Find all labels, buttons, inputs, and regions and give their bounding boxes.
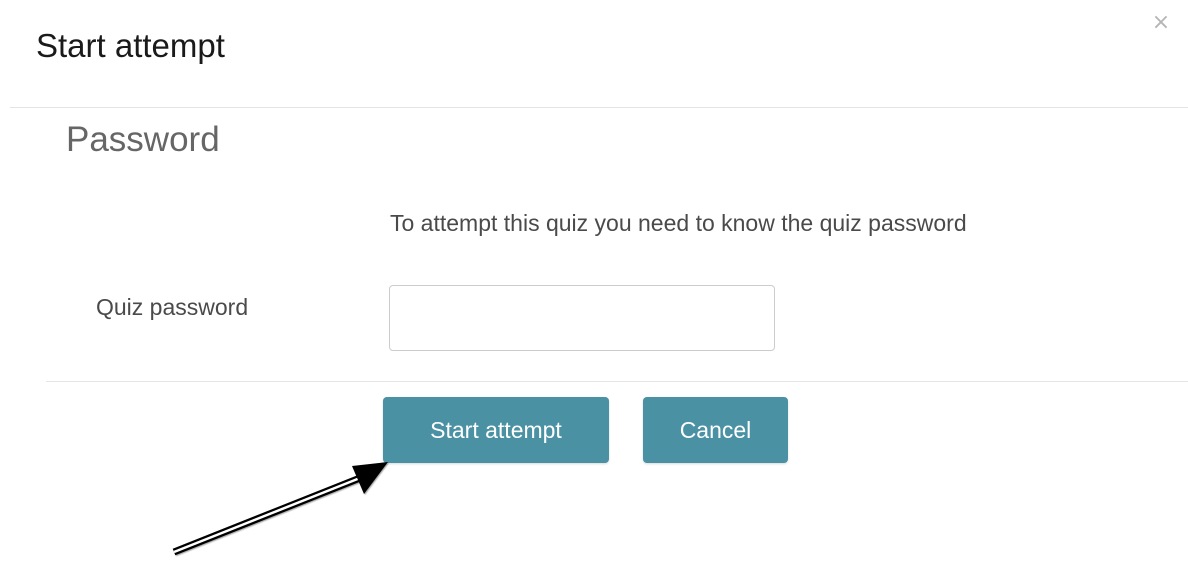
- arrow-annotation: [172, 462, 388, 556]
- close-button[interactable]: ×: [1146, 8, 1176, 38]
- password-required-notice: To attempt this quiz you need to know th…: [390, 210, 967, 236]
- close-icon: ×: [1151, 10, 1171, 35]
- start-attempt-button[interactable]: Start attempt: [383, 397, 609, 463]
- header-divider: [10, 107, 1188, 108]
- arrow-icon: [172, 462, 388, 556]
- footer-divider: [46, 381, 1188, 382]
- section-legend-password: Password: [66, 120, 220, 159]
- dialog-title: Start attempt: [36, 27, 225, 64]
- quiz-password-input[interactable]: [389, 285, 775, 351]
- quiz-password-label: Quiz password: [96, 294, 249, 320]
- cancel-button[interactable]: Cancel: [643, 397, 788, 463]
